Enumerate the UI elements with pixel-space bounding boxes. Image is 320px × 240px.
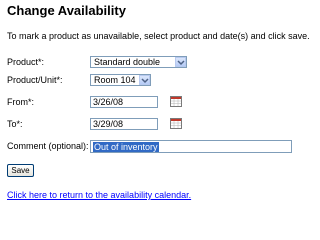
return-to-calendar-link[interactable]: Click here to return to the availability…: [7, 190, 191, 200]
product-select-value: Standard double: [94, 57, 161, 67]
save-button[interactable]: Save: [7, 164, 34, 177]
instructions-text: To mark a product as unavailable, select…: [7, 31, 310, 41]
to-label: To*:: [7, 119, 23, 129]
product-select[interactable]: Standard double: [90, 56, 187, 68]
chevron-down-icon[interactable]: [139, 75, 150, 85]
chevron-down-icon[interactable]: [175, 57, 186, 67]
comment-label: Comment (optional):: [7, 141, 89, 151]
to-date-input[interactable]: [90, 118, 158, 130]
product-label: Product*:: [7, 57, 45, 67]
calendar-icon[interactable]: [170, 96, 182, 107]
unit-label: Product/Unit*:: [7, 75, 63, 85]
calendar-icon[interactable]: [170, 118, 182, 129]
unit-select[interactable]: Room 104: [90, 74, 151, 86]
comment-input-value: Out of inventory: [93, 142, 159, 152]
page-title: Change Availability: [7, 3, 126, 18]
comment-input[interactable]: Out of inventory: [90, 140, 292, 153]
unit-select-value: Room 104: [94, 75, 136, 85]
from-label: From*:: [7, 97, 34, 107]
from-date-input[interactable]: [90, 96, 158, 108]
